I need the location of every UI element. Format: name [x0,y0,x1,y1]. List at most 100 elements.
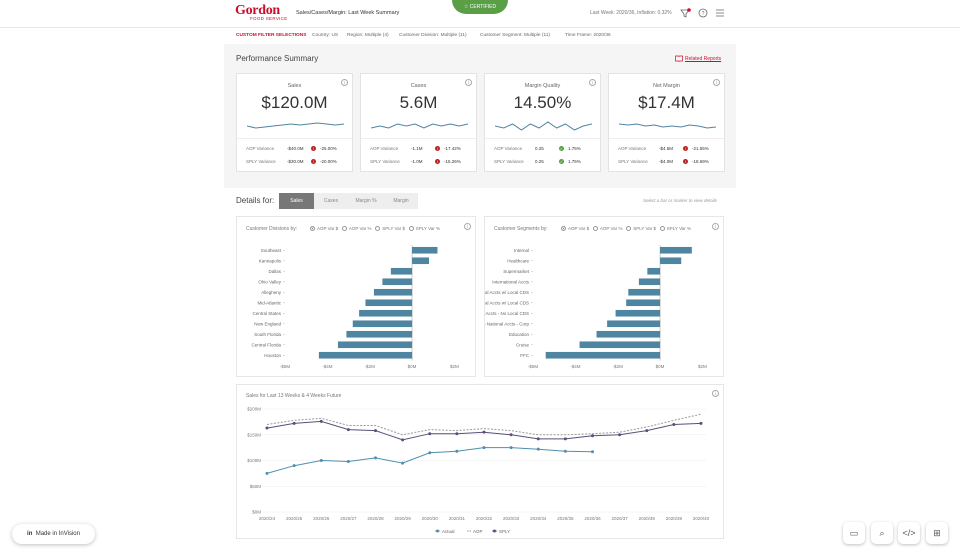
bar[interactable] [628,288,661,296]
info-icon[interactable]: i [589,79,596,86]
data-point[interactable] [482,430,486,434]
legend-label: Actual [442,529,455,534]
bar[interactable] [607,320,661,328]
data-point[interactable] [563,437,567,441]
tab-margin[interactable]: Margin [384,193,418,209]
data-point[interactable] [591,450,594,454]
page-title: Sales/Cases/Margin: Last Week Summary [296,10,400,16]
radio-aop-var-pct[interactable]: AOP Var % [341,226,371,232]
data-point[interactable] [374,429,377,433]
filter-label[interactable]: CUSTOM FILTER SELECTIONS [236,33,306,38]
bar[interactable] [647,267,661,275]
bar[interactable] [660,257,682,265]
radio-sply-var-pct[interactable]: SPLY Var % [408,226,440,232]
bar[interactable] [412,246,438,254]
bar[interactable] [390,267,413,275]
radio-aop-var-pct[interactable]: AOP Var % [592,226,622,232]
bar[interactable] [337,341,413,349]
info-icon[interactable]: i [712,223,719,230]
data-point[interactable] [428,451,432,455]
y-tick-label: $100M [247,458,261,463]
data-point[interactable] [509,433,513,437]
data-point[interactable] [319,419,323,423]
filter-country: Country: US [312,33,339,38]
book-icon[interactable] [675,55,683,62]
bar[interactable] [579,341,661,349]
category-label: New England [254,321,281,326]
data-point[interactable] [346,428,350,432]
data-point[interactable] [455,432,459,436]
data-point[interactable] [292,421,296,425]
data-point[interactable] [401,461,405,465]
data-point[interactable] [591,434,594,438]
bar[interactable] [412,257,429,265]
tab-sales[interactable]: Sales [279,193,314,209]
data-point[interactable] [563,449,567,453]
radio-aop-var-dollar[interactable]: AOP Var $ [310,226,338,232]
kpi-title: Sales [287,83,302,89]
radio-sply-var-dollar[interactable]: SPLY Var $ [626,226,656,232]
x-tick-label: $2M [450,364,459,369]
radio-aop-var-dollar[interactable]: AOP Var $ [561,226,589,232]
bar[interactable] [382,278,413,286]
bar[interactable] [638,278,661,286]
data-point[interactable] [346,460,350,464]
data-point[interactable] [536,447,540,451]
data-point[interactable] [536,437,540,441]
tab-margin-pct[interactable]: Margin % [348,193,384,209]
info-icon[interactable]: i [341,79,348,86]
info-icon[interactable]: i [712,390,719,397]
data-point[interactable] [265,471,269,475]
tab-cases[interactable]: Cases [314,193,348,209]
series-line [266,420,702,441]
data-point[interactable] [509,446,513,450]
info-icon[interactable]: i [713,79,720,86]
data-point[interactable] [672,422,676,426]
bar[interactable] [626,299,661,307]
bar[interactable] [660,246,692,254]
svg-text:?: ? [702,11,705,17]
radio-sply-var-dollar[interactable]: SPLY Var $ [375,226,405,232]
x-tick-label: -$6M [528,364,539,369]
sales-line-chart: $0M $50M $100M $150M $200M 2020/24 2020/25 2020… [247,407,709,535]
bar[interactable] [373,288,413,296]
legend-label: SPLY [499,529,510,534]
help-icon[interactable]: ? [698,8,708,18]
data-point[interactable] [618,433,622,437]
data-point[interactable] [482,446,486,450]
data-point[interactable] [265,426,269,430]
data-point[interactable] [374,456,377,460]
bar[interactable] [615,309,661,317]
info-icon[interactable]: i [465,79,472,86]
data-point[interactable] [428,432,432,436]
x-tick-label: $0M [656,364,665,369]
filter-icon[interactable] [680,8,691,19]
filter-segment: Customer Segment: Multiple (11) [480,33,551,38]
code-icon[interactable]: </> [898,522,920,544]
grid-icon[interactable]: ⊞ [926,522,948,544]
data-point[interactable] [401,438,405,442]
bar[interactable] [346,330,413,338]
made-in-invision-badge[interactable]: in Made in InVision [12,524,95,544]
data-point[interactable] [645,429,649,433]
comment-icon[interactable]: ▭ [843,522,865,544]
data-point[interactable] [319,459,323,462]
sply-percent: -18.69% [692,159,709,164]
bar[interactable] [352,320,413,328]
check-icon: ✓ [559,146,564,151]
bar[interactable] [365,299,413,307]
radio-sply-var-pct[interactable]: SPLY Var % [659,226,691,232]
info-icon[interactable]: i [464,223,471,230]
search-icon[interactable]: ⌕ [871,522,893,544]
alert-icon: ! [435,159,440,164]
bar[interactable] [545,351,661,359]
related-reports-link[interactable]: Related Reports [685,56,721,62]
bar[interactable] [359,309,413,317]
bar[interactable] [596,330,661,338]
menu-icon[interactable] [715,9,725,17]
x-tick-label: 2020/24 [259,516,276,521]
data-point[interactable] [455,449,459,453]
data-point[interactable] [699,421,703,425]
data-point[interactable] [292,464,296,468]
bar[interactable] [318,351,413,359]
